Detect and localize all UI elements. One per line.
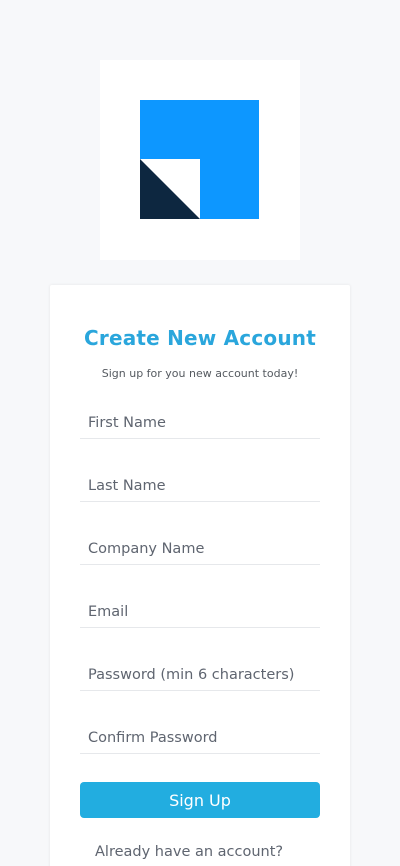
- confirm-password-field[interactable]: [80, 722, 320, 754]
- sign-up-button[interactable]: Sign Up: [80, 782, 320, 818]
- brand-logo-icon: [140, 100, 259, 219]
- company-name-field[interactable]: [80, 533, 320, 565]
- signup-page: Create New Account Sign up for you new a…: [0, 0, 400, 866]
- signup-card: Create New Account Sign up for you new a…: [50, 285, 350, 866]
- logo-container: [100, 60, 300, 260]
- signin-link[interactable]: Already have an account?: [95, 844, 283, 860]
- last-name-field[interactable]: [80, 470, 320, 502]
- form-subtitle: Sign up for you new account today!: [101, 367, 299, 380]
- first-name-field[interactable]: [80, 407, 320, 439]
- form-title: Create New Account: [84, 326, 316, 350]
- password-field[interactable]: [80, 659, 320, 691]
- email-field[interactable]: [80, 596, 320, 628]
